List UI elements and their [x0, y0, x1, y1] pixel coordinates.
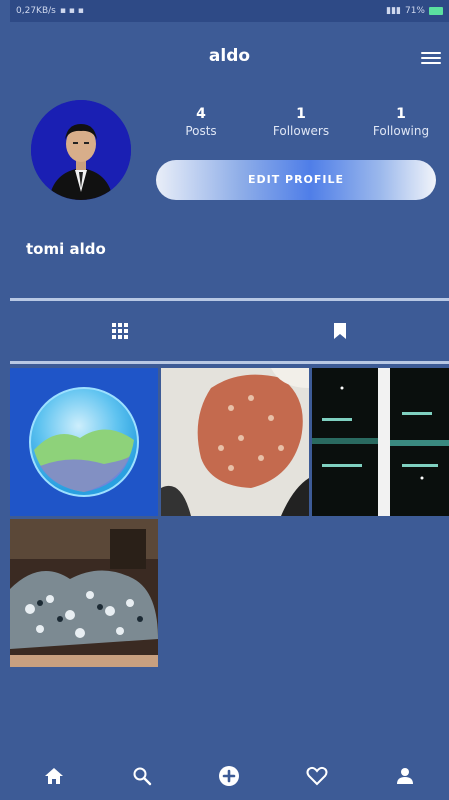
- nav-search[interactable]: [122, 756, 162, 796]
- nav-add[interactable]: [209, 756, 249, 796]
- post-thumbnail[interactable]: [161, 368, 309, 516]
- profile-stats: 4 Posts 1 Followers 1 Following: [156, 106, 446, 138]
- nav-activity[interactable]: [297, 756, 337, 796]
- post-thumbnail[interactable]: [312, 368, 449, 516]
- stat-followers[interactable]: 1 Followers: [256, 106, 346, 138]
- avatar[interactable]: [31, 100, 131, 200]
- stat-following-label: Following: [372, 124, 430, 138]
- nav-home[interactable]: [34, 756, 74, 796]
- post-thumbnail[interactable]: [10, 368, 158, 516]
- search-icon: [133, 767, 151, 786]
- grid-icon: [111, 323, 128, 339]
- battery-icon: [429, 7, 443, 15]
- heart-icon: [306, 766, 328, 786]
- post-thumbnail[interactable]: [10, 519, 158, 667]
- bookmark-icon: [333, 323, 346, 339]
- bottom-navigation: [10, 752, 449, 800]
- stat-followers-label: Followers: [272, 124, 330, 138]
- page-title: aldo: [208, 46, 251, 66]
- network-speed: 0,27KB/s: [16, 6, 56, 16]
- profile-header: 4 Posts 1 Followers 1 Following EDIT PRO…: [10, 88, 449, 298]
- profile-icon: [397, 768, 414, 784]
- stat-following[interactable]: 1 Following: [356, 106, 446, 138]
- notification-icons: ▪ ▪ ▪: [59, 6, 84, 16]
- stat-followers-value: 1: [296, 106, 306, 122]
- hamburger-menu-icon[interactable]: [421, 49, 441, 65]
- dark-screen-image: [312, 368, 449, 516]
- cells-microscope-image: [161, 368, 309, 516]
- stat-posts-value: 4: [196, 106, 206, 122]
- avatar-photo: [31, 100, 131, 200]
- edit-profile-button[interactable]: EDIT PROFILE: [156, 160, 436, 200]
- stat-following-value: 1: [396, 106, 406, 122]
- globe-image: [10, 368, 158, 516]
- tab-saved[interactable]: [230, 301, 449, 361]
- home-icon: [44, 768, 63, 784]
- stat-posts[interactable]: 4 Posts: [156, 106, 246, 138]
- tab-grid[interactable]: [10, 301, 229, 361]
- status-bar: 0,27KB/s ▪ ▪ ▪ ▮▮▮ 71%: [10, 0, 449, 22]
- stat-posts-label: Posts: [185, 124, 217, 138]
- divider: [10, 361, 449, 364]
- crowd-art-image: [10, 519, 158, 667]
- battery-level: 71%: [404, 6, 425, 16]
- profile-username: tomi aldo: [26, 240, 106, 258]
- app-bar: aldo: [10, 22, 449, 88]
- profile-tabs: [10, 301, 449, 361]
- signal-icon: ▮▮▮: [386, 6, 401, 16]
- nav-profile[interactable]: [385, 756, 425, 796]
- add-icon: [219, 766, 240, 786]
